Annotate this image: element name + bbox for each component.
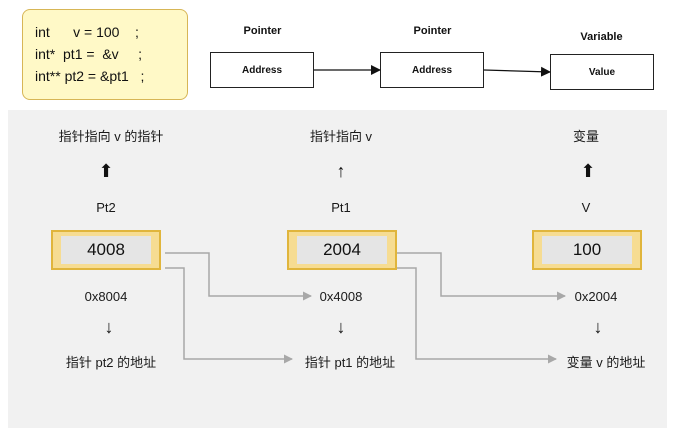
v-value-box: 100 bbox=[532, 230, 642, 270]
pt2-value: 4008 bbox=[61, 236, 151, 264]
top-arrow-2 bbox=[483, 66, 551, 77]
pt1-address-description: 指针 pt1 的地址 bbox=[304, 355, 396, 370]
up-arrow-icon: ⬆ bbox=[98, 161, 114, 181]
pt1-value-box: 2004 bbox=[287, 230, 397, 270]
pt1-value: 2004 bbox=[297, 236, 387, 264]
up-arrow-icon: ⬆ bbox=[580, 161, 596, 181]
pt2-address-description: 指针 pt2 的地址 bbox=[65, 355, 157, 370]
v-address-description: 变量 v 的地址 bbox=[566, 355, 646, 370]
down-arrow-icon: ↓ bbox=[104, 317, 114, 337]
v-value: 100 bbox=[542, 236, 632, 264]
pt2-name: Pt2 bbox=[96, 200, 116, 215]
pt1-description: 指针指向 v bbox=[309, 129, 373, 144]
pointer-diagram: int v = 100 ; int* pt1 = &v ; int** pt2 … bbox=[0, 0, 675, 433]
pt2-value-box: 4008 bbox=[51, 230, 161, 270]
pt2-address: 0x8004 bbox=[84, 289, 128, 304]
down-arrow-icon: ↓ bbox=[336, 317, 346, 337]
pt2-description: 指针指向 v 的指针 bbox=[58, 129, 164, 144]
connector-pt2-to-pt1-address bbox=[165, 267, 293, 364]
v-name: V bbox=[581, 200, 591, 215]
v-description: 变量 bbox=[572, 129, 600, 144]
v-address: 0x2004 bbox=[574, 289, 618, 304]
down-arrow-icon: ↓ bbox=[593, 317, 603, 337]
pt1-address: 0x4008 bbox=[319, 289, 363, 304]
pt1-name: Pt1 bbox=[331, 200, 351, 215]
up-arrow-icon: ↑ bbox=[336, 161, 346, 181]
connector-pt1-to-v-address bbox=[397, 267, 557, 364]
